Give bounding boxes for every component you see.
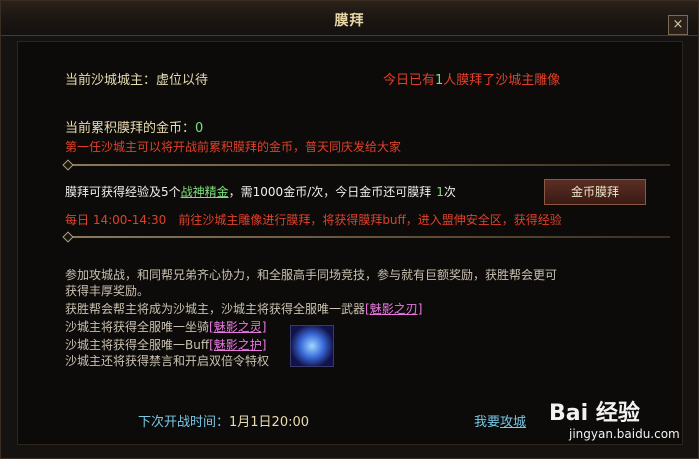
today-prefix: 今日已有 xyxy=(383,73,436,88)
worship-text-3: 次 xyxy=(443,185,456,199)
next-battle-time: 1月1日20:00 xyxy=(229,415,310,430)
daily-line: 每日 14:00-14:30 前往沙城主雕像进行膜拜，将获得膜拜buff，进入盟伸… xyxy=(65,211,562,228)
gold-label: 当前累积膜拜的金币： xyxy=(65,121,196,136)
worship-text-2: ，需1000金币/次，今日金币还可膜拜 xyxy=(228,185,432,199)
diamond-knob-icon xyxy=(62,231,74,243)
daily-desc: 前往沙城主雕像进行膜拜，将获得膜拜buff，进入盟伸安全区，获得经验 xyxy=(178,213,562,227)
info-line-4-text: 沙城主将获得全服唯一坐骑 xyxy=(65,320,210,334)
info-line-3: 获胜帮会帮主将成为沙城主，沙城主将获得全服唯一武器[魅影之刃] xyxy=(65,300,422,317)
close-icon: × xyxy=(672,17,684,32)
castle-owner-label: 当前沙城城主： xyxy=(65,73,157,88)
join-siege-line: 我要攻城 xyxy=(474,411,526,430)
divider xyxy=(62,159,670,171)
info-line-1: 参加攻城战，和同帮兄弟齐心协力，和全服高手同场竞技，参与就有巨额奖励，获胜帮会更… xyxy=(65,268,558,282)
accumulated-gold-line: 当前累积膜拜的金币：0 xyxy=(65,117,203,136)
baidu-watermark-url: jingyan.baidu.com xyxy=(569,427,680,441)
window-title: 膜拜 xyxy=(334,13,365,29)
wings-icon[interactable] xyxy=(290,325,334,367)
info-line-5-text: 沙城主将获得全服唯一Buff xyxy=(65,338,210,352)
today-suffix: 人膜拜了沙城主雕像 xyxy=(443,73,561,88)
gold-note: 第一任沙城主可以将开战前累积膜拜的金币，普天同庆发给大家 xyxy=(65,140,402,154)
info-line-6: 沙城主还将获得禁言和开启双倍令特权 xyxy=(65,354,270,368)
weapon-link[interactable]: [魅影之刃] xyxy=(365,302,422,316)
next-battle-label: 下次开战时间： xyxy=(138,415,230,430)
item-link[interactable]: 战神精金 xyxy=(181,185,229,199)
next-battle-line: 下次开战时间：1月1日20:00 xyxy=(138,411,309,430)
castle-owner-line: 当前沙城城主：虚位以待 xyxy=(65,69,208,88)
gold-amount: 0 xyxy=(195,121,204,136)
diamond-knob-icon xyxy=(62,159,74,171)
today-worship-count: 今日已有1人膜拜了沙城主雕像 xyxy=(383,69,560,88)
worship-info-line: 膜拜可获得经验及5个战神精金，需1000金币/次，今日金币还可膜拜 1次 xyxy=(65,183,456,200)
info-line-3-text: 获胜帮会帮主将成为沙城主，沙城主将获得全服唯一武器 xyxy=(65,302,366,316)
close-button[interactable]: × xyxy=(668,15,688,35)
worship-text-1: 膜拜可获得经验及5个 xyxy=(65,185,181,199)
buff-link[interactable]: [魅影之护] xyxy=(209,338,266,352)
join-text: 我要 xyxy=(474,415,501,430)
info-line-5: 沙城主将获得全服唯一Buff[魅影之护] xyxy=(65,336,266,353)
remaining-count: 1 xyxy=(436,185,444,199)
gold-worship-button[interactable]: 金币膜拜 xyxy=(544,179,646,205)
daily-time: 每日 14:00-14:30 xyxy=(65,213,167,227)
baidu-watermark: Bai 经验 xyxy=(549,395,640,427)
title-bar: 膜拜 × xyxy=(1,1,698,36)
baidu-paw-icon: Bai 经验 xyxy=(549,401,640,426)
join-siege-link[interactable]: 攻城 xyxy=(500,415,526,430)
info-line-2: 获得丰厚奖励。 xyxy=(65,284,150,298)
mount-link[interactable]: [魅影之灵] xyxy=(209,320,266,334)
worship-window: 膜拜 × 当前沙城城主：虚位以待 今日已有1人膜拜了沙城主雕像 当前累积膜拜的金… xyxy=(0,0,699,459)
castle-owner-value: 虚位以待 xyxy=(156,73,209,88)
info-line-4: 沙城主将获得全服唯一坐骑[魅影之灵] xyxy=(65,318,266,335)
content-panel: 当前沙城城主：虚位以待 今日已有1人膜拜了沙城主雕像 当前累积膜拜的金币：0 第… xyxy=(17,41,683,445)
divider xyxy=(62,231,670,243)
